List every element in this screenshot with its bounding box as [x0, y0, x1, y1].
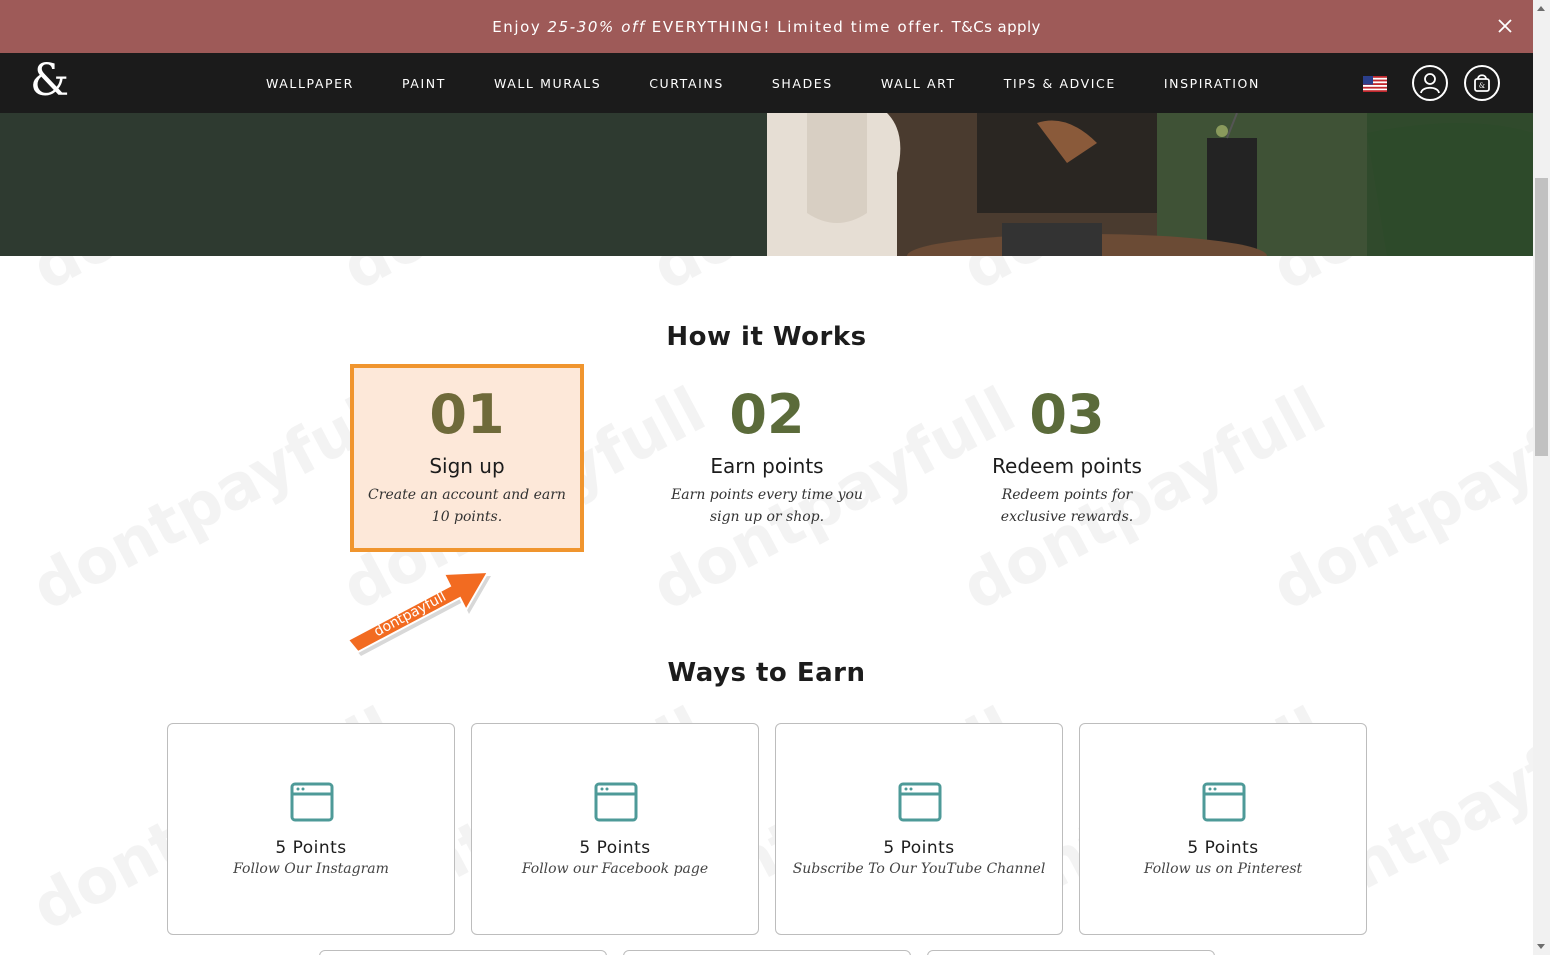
step-title: Redeem points — [992, 454, 1142, 478]
browser-window-icon — [1202, 782, 1246, 822]
cart-icon: & — [1474, 74, 1490, 92]
browser-window-icon — [290, 782, 334, 822]
step-card-sign-up: 01 Sign up Create an account and earn 10… — [350, 364, 584, 552]
step-number: 03 — [1029, 383, 1105, 446]
arrow-icon: dontpayfull — [346, 570, 491, 656]
hero-image — [767, 113, 1533, 256]
browser-window-icon — [898, 782, 942, 822]
card-points: 5 Points — [883, 838, 955, 858]
hero-panel — [0, 113, 767, 256]
close-icon[interactable] — [1495, 16, 1515, 36]
card-points: 5 Points — [275, 838, 347, 858]
step-number: 01 — [429, 383, 505, 446]
interior-photo — [767, 113, 1533, 256]
promo-banner: Enjoy 25-30% off EVERYTHING! Limited tim… — [0, 0, 1533, 53]
earn-card-partial[interactable] — [319, 950, 607, 955]
account-icon — [1420, 73, 1440, 94]
nav-item-wall-art[interactable]: WALL ART — [857, 76, 980, 91]
step-title: Sign up — [429, 454, 505, 478]
earn-card-instagram[interactable]: 5 Points Follow Our Instagram — [167, 723, 455, 935]
scrollbar-thumb[interactable] — [1535, 178, 1548, 456]
step-number: 02 — [729, 383, 805, 446]
earn-card-youtube[interactable]: 5 Points Subscribe To Our YouTube Channe… — [775, 723, 1063, 935]
card-description: Follow us on Pinterest — [1143, 861, 1303, 877]
nav-item-shades[interactable]: SHADES — [748, 76, 857, 91]
nav-menu: WALLPAPER PAINT WALL MURALS CURTAINS SHA… — [242, 53, 1284, 113]
earn-card-partial[interactable] — [927, 950, 1215, 955]
step-description: Earn points every time you sign up or sh… — [671, 487, 863, 525]
promo-text: Enjoy — [492, 17, 542, 36]
page-scrollbar[interactable] — [1533, 0, 1550, 955]
card-points: 5 Points — [579, 838, 651, 858]
cart-button[interactable]: & — [1464, 65, 1500, 101]
card-description: Follow our Facebook page — [521, 861, 709, 877]
earn-card-pinterest[interactable]: 5 Points Follow us on Pinterest — [1079, 723, 1367, 935]
main-nav: & WALLPAPER PAINT WALL MURALS CURTAINS S… — [0, 53, 1533, 113]
promo-discount: 25-30% off — [547, 17, 646, 36]
nav-item-wallpaper[interactable]: WALLPAPER — [242, 76, 378, 91]
how-it-works-title: How it Works — [666, 322, 867, 352]
watermark-text: dontpayfull — [1260, 372, 1550, 625]
svg-text:&: & — [1479, 82, 1485, 90]
scroll-down-arrow[interactable] — [1537, 944, 1545, 949]
terms-link[interactable]: T&Cs apply — [952, 18, 1041, 36]
promo-text-after: EVERYTHING! Limited time offer. — [651, 17, 946, 36]
earn-card-partial[interactable] — [623, 950, 911, 955]
nav-item-wall-murals[interactable]: WALL MURALS — [470, 76, 625, 91]
card-points: 5 Points — [1187, 838, 1259, 858]
account-button[interactable] — [1412, 65, 1448, 101]
step-description: Create an account and earn 10 points. — [368, 487, 566, 525]
step-title: Earn points — [710, 454, 824, 478]
card-description: Subscribe To Our YouTube Channel — [792, 861, 1046, 877]
step-card-redeem-points: 03 Redeem points Redeem points for exclu… — [950, 364, 1184, 552]
us-flag-icon[interactable] — [1363, 76, 1387, 92]
nav-item-paint[interactable]: PAINT — [378, 76, 470, 91]
brand-logo[interactable]: & — [30, 59, 69, 103]
earn-card-facebook[interactable]: 5 Points Follow our Facebook page — [471, 723, 759, 935]
scroll-up-arrow[interactable] — [1537, 6, 1545, 11]
nav-item-inspiration[interactable]: INSPIRATION — [1140, 76, 1284, 91]
card-description: Follow Our Instagram — [233, 861, 389, 877]
nav-item-curtains[interactable]: CURTAINS — [625, 76, 748, 91]
browser-window-icon — [594, 782, 638, 822]
step-description: Redeem points for exclusive rewards. — [1000, 487, 1134, 525]
nav-item-tips-advice[interactable]: TIPS & ADVICE — [980, 76, 1140, 91]
step-card-earn-points: 02 Earn points Earn points every time yo… — [650, 364, 884, 552]
ways-to-earn-title: Ways to Earn — [667, 658, 866, 688]
